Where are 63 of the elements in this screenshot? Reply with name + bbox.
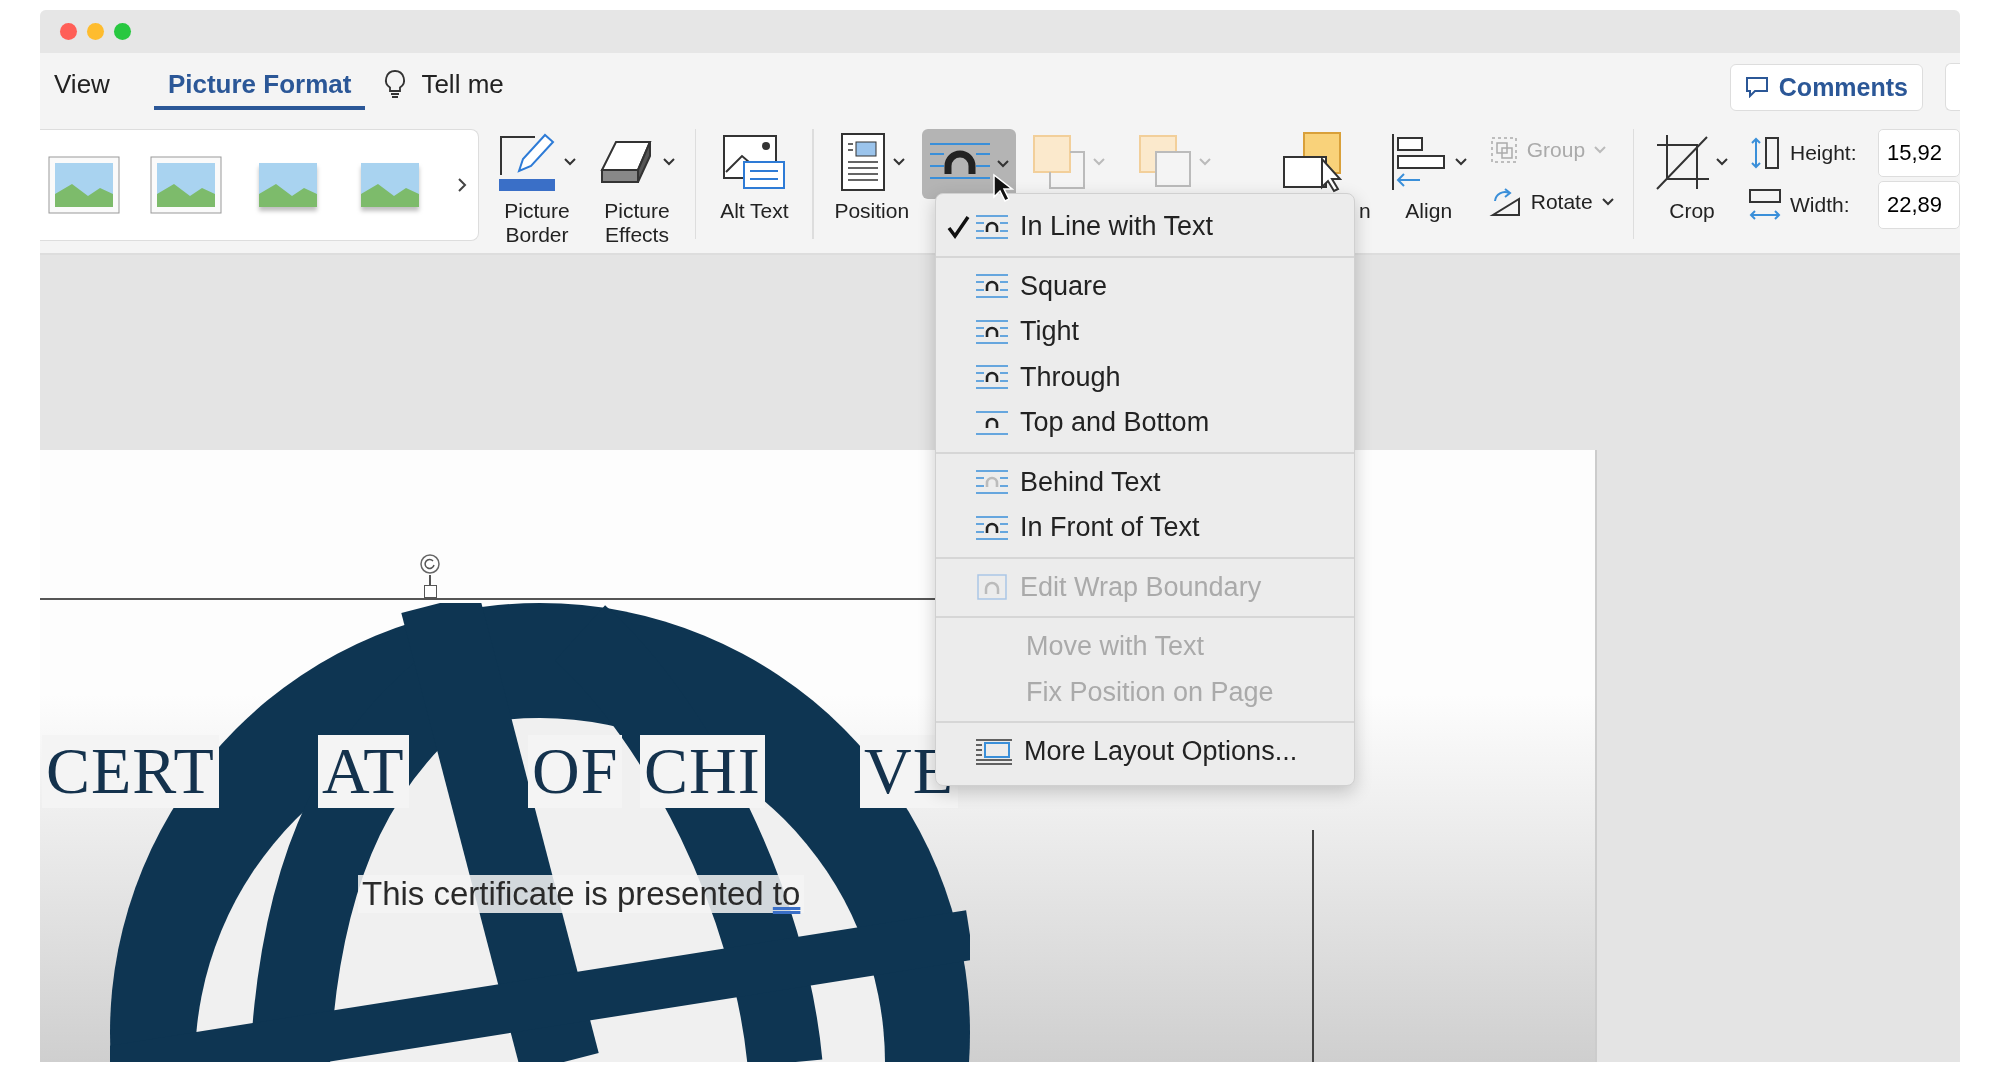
wrap-icon bbox=[974, 364, 1010, 391]
wrap-icon bbox=[974, 273, 1010, 300]
share-button[interactable] bbox=[1945, 63, 1960, 111]
picture-border-button[interactable]: Picture Border bbox=[487, 129, 587, 248]
menu-item[interactable]: Top and Bottom bbox=[936, 400, 1354, 446]
resize-handle[interactable] bbox=[423, 585, 437, 598]
height-icon bbox=[1748, 135, 1782, 171]
wrap-text-button[interactable] bbox=[921, 129, 1016, 199]
height-field[interactable]: 15,92 bbox=[1878, 129, 1960, 177]
caret-icon bbox=[995, 159, 1010, 169]
layout-options-icon bbox=[974, 736, 1014, 767]
certificate-title: CHI bbox=[640, 735, 765, 808]
certificate-title: CERT bbox=[42, 735, 219, 808]
rotate-icon bbox=[1488, 187, 1523, 217]
menu-item[interactable]: In Front of Text bbox=[936, 505, 1354, 551]
width-field[interactable]: 22,89 bbox=[1878, 181, 1960, 229]
comment-icon bbox=[1744, 76, 1769, 98]
height-label: Height: bbox=[1790, 141, 1858, 165]
wrap-icon bbox=[974, 213, 1010, 240]
rotate-handle-icon[interactable] bbox=[419, 553, 441, 575]
wrap-boundary-icon bbox=[974, 572, 1010, 603]
caret-icon bbox=[891, 157, 906, 167]
crop-button[interactable]: Crop bbox=[1642, 129, 1742, 224]
picture-style-thumbnail[interactable] bbox=[150, 156, 222, 214]
wrap-icon bbox=[974, 469, 1010, 496]
mouse-pointer-icon bbox=[992, 173, 1014, 203]
caret-icon bbox=[1197, 157, 1212, 167]
certificate-title: AT bbox=[318, 735, 409, 808]
menu-item[interactable]: Through bbox=[936, 354, 1354, 400]
wrap-icon bbox=[974, 318, 1010, 345]
menu-item[interactable]: Square bbox=[936, 263, 1354, 309]
position-button[interactable]: Position bbox=[821, 129, 922, 224]
caret-icon bbox=[1593, 145, 1608, 155]
caret-icon bbox=[563, 157, 577, 167]
menu-item[interactable]: Behind Text bbox=[936, 459, 1354, 505]
wrap-icon bbox=[974, 409, 1010, 436]
align-button[interactable]: Align bbox=[1378, 129, 1479, 224]
caret-icon bbox=[1453, 157, 1468, 167]
caret-icon bbox=[1715, 157, 1729, 167]
wrap-icon bbox=[974, 514, 1010, 541]
ribbon-tab[interactable]: Picture Format bbox=[153, 58, 366, 110]
width-label: Width: bbox=[1790, 193, 1851, 217]
certificate-subtitle: This certificate is presented to bbox=[358, 875, 805, 913]
alt-text-button[interactable]: Alt Text bbox=[704, 129, 805, 224]
menu-item[interactable]: Tight bbox=[936, 309, 1354, 355]
picture-style-thumbnail[interactable] bbox=[48, 156, 120, 214]
caret-icon bbox=[662, 157, 676, 167]
crop-icon bbox=[1655, 133, 1711, 191]
group-icon bbox=[1488, 135, 1519, 165]
layer-squares-icon bbox=[1137, 134, 1194, 190]
close-button[interactable] bbox=[60, 23, 77, 40]
minimize-button[interactable] bbox=[87, 23, 104, 40]
lightbulb-icon bbox=[383, 69, 408, 99]
certificate-title: OF bbox=[528, 735, 623, 808]
zoom-button[interactable] bbox=[114, 23, 131, 40]
caret-icon bbox=[1600, 197, 1615, 207]
comments-button[interactable]: Comments bbox=[1729, 63, 1923, 111]
layer-squares-icon bbox=[1031, 134, 1088, 190]
picture-effects-button[interactable]: Picture Effects bbox=[587, 129, 687, 248]
rotate-button[interactable]: Rotate bbox=[1488, 187, 1615, 217]
ribbon-tab[interactable]: View bbox=[40, 58, 124, 110]
caret-icon bbox=[1091, 157, 1106, 167]
tell-me-field[interactable]: Tell me bbox=[413, 64, 512, 104]
